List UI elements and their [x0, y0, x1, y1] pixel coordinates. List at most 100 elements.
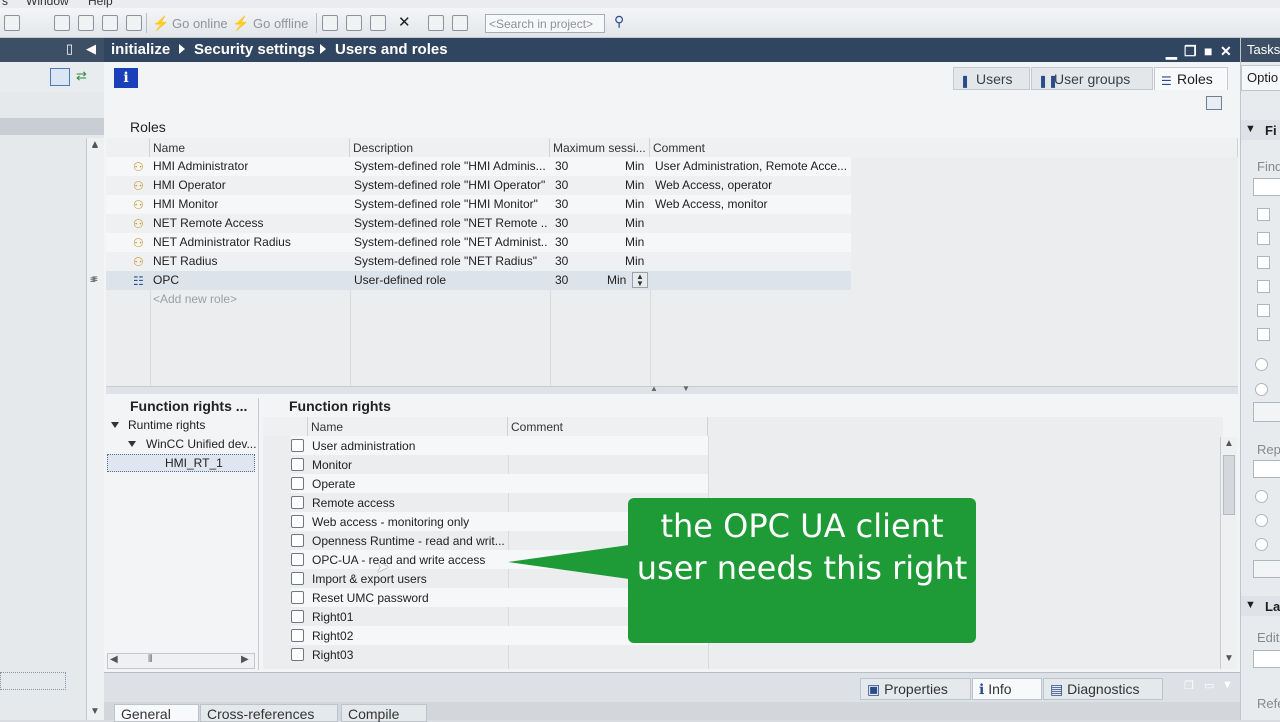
- column-header-max-session[interactable]: Maximum sessi...: [550, 138, 650, 157]
- tab-properties[interactable]: ▣ Properties: [860, 678, 971, 700]
- checkbox[interactable]: [291, 610, 304, 623]
- role-max-session[interactable]: 30: [555, 197, 568, 211]
- add-new-row[interactable]: <Add new role>: [106, 290, 851, 309]
- checkbox[interactable]: [1257, 280, 1270, 293]
- table-row[interactable]: ⚇ HMI Monitor System-defined role "HMI M…: [106, 195, 851, 214]
- checkbox[interactable]: [291, 648, 304, 661]
- checkbox[interactable]: [291, 458, 304, 471]
- role-max-session[interactable]: 30: [555, 254, 568, 268]
- menu-item-window[interactable]: Window: [26, 0, 69, 8]
- checkbox[interactable]: [1257, 304, 1270, 317]
- list-item[interactable]: Monitor: [291, 455, 708, 474]
- maximize-icon[interactable]: ■: [1204, 43, 1212, 59]
- tab-compile[interactable]: Compile: [341, 704, 427, 722]
- radio-button[interactable]: [1255, 383, 1268, 396]
- go-offline-icon[interactable]: ⚡: [232, 15, 249, 31]
- info-icon[interactable]: i: [114, 68, 138, 88]
- role-comment[interactable]: User Administration, Remote Acce...: [655, 159, 851, 173]
- checkbox[interactable]: [291, 439, 304, 452]
- go-online-button[interactable]: Go online: [172, 16, 228, 31]
- checkbox[interactable]: [291, 629, 304, 642]
- role-max-session[interactable]: 30: [555, 159, 568, 173]
- expand-icon[interactable]: [111, 422, 119, 428]
- column-header-description[interactable]: Description: [350, 138, 550, 157]
- project-tree-scrollbar[interactable]: ▲ ≡ ▼: [86, 138, 104, 720]
- role-name[interactable]: NET Administrator Radius: [153, 235, 291, 249]
- breadcrumb-users-and-roles[interactable]: Users and roles: [335, 41, 448, 58]
- radio-button[interactable]: [1255, 490, 1268, 503]
- download-icon[interactable]: [4, 15, 20, 31]
- checkbox[interactable]: [1257, 328, 1270, 341]
- find-input[interactable]: [1253, 178, 1280, 196]
- expand-icon[interactable]: [128, 441, 136, 447]
- role-max-session[interactable]: 30: [555, 235, 568, 249]
- scroll-thumb[interactable]: [1223, 455, 1235, 515]
- column-header-comment[interactable]: Comment: [508, 417, 708, 436]
- checkbox[interactable]: [291, 515, 304, 528]
- tab-diagnostics[interactable]: ▤ Diagnostics: [1043, 678, 1163, 700]
- table-row[interactable]: ⚇ NET Administrator Radius System-define…: [106, 233, 851, 252]
- inspector-minimize-icon[interactable]: ▭: [1204, 679, 1214, 692]
- minimize-icon[interactable]: ▁: [1166, 43, 1177, 60]
- checkbox[interactable]: [1257, 208, 1270, 221]
- scroll-up-icon[interactable]: ▲: [1224, 438, 1234, 449]
- role-comment[interactable]: Web Access, monitor: [655, 197, 851, 211]
- table-row[interactable]: ⚇ NET Remote Access System-defined role …: [106, 214, 851, 233]
- radio-button[interactable]: [1255, 538, 1268, 551]
- inspector-restore-icon[interactable]: ❐: [1184, 679, 1194, 692]
- editing-language-select[interactable]: [1253, 650, 1280, 668]
- close-icon[interactable]: ✕: [398, 13, 414, 31]
- start-simulation-icon[interactable]: [346, 15, 362, 31]
- breadcrumb-security-settings[interactable]: Security settings: [194, 41, 315, 58]
- menu-item-s[interactable]: s: [2, 0, 8, 8]
- tree-splitter[interactable]: [258, 398, 262, 670]
- close-window-icon[interactable]: ✕: [1220, 43, 1232, 60]
- row-handle-icon[interactable]: ≡: [92, 274, 98, 285]
- find-button[interactable]: [1253, 402, 1280, 422]
- list-item[interactable]: User administration: [291, 436, 708, 455]
- scroll-grip-icon[interactable]: ⦀: [148, 654, 152, 665]
- restore-icon[interactable]: ❐: [1184, 43, 1197, 60]
- compile-icon[interactable]: [54, 15, 70, 31]
- scroll-left-icon[interactable]: ◀: [110, 654, 118, 665]
- role-name[interactable]: NET Remote Access: [153, 216, 263, 230]
- upload-icon[interactable]: [78, 15, 94, 31]
- role-max-session[interactable]: 30: [555, 273, 568, 287]
- list-item[interactable]: Operate: [291, 474, 708, 493]
- scroll-right-icon[interactable]: ▶: [241, 654, 249, 665]
- table-view-icon[interactable]: [50, 68, 70, 86]
- tree-item-hmi-rt[interactable]: HMI_RT_1: [165, 456, 223, 470]
- column-header-name[interactable]: Name: [150, 138, 350, 157]
- inspector-collapse-icon[interactable]: ▼: [1222, 679, 1233, 691]
- role-name[interactable]: NET Radius: [153, 254, 217, 268]
- split-vertical-icon[interactable]: [452, 15, 468, 31]
- simulation-icon[interactable]: [102, 15, 118, 31]
- list-item[interactable]: Right03: [291, 645, 708, 664]
- roles-scroll-up-icon[interactable]: ▲: [86, 140, 104, 156]
- checkbox[interactable]: [291, 572, 304, 585]
- table-row[interactable]: ⚇ NET Radius System-defined role "NET Ra…: [106, 252, 851, 271]
- splitter-up-icon[interactable]: ▲: [650, 384, 658, 393]
- role-max-session[interactable]: 30: [555, 178, 568, 192]
- cross-reference-icon[interactable]: [370, 15, 386, 31]
- search-input[interactable]: <Search in project>: [485, 14, 605, 33]
- go-online-icon[interactable]: ⚡: [152, 15, 169, 31]
- binoculars-icon[interactable]: ⚲: [614, 13, 630, 29]
- checkbox[interactable]: [291, 477, 304, 490]
- checkbox[interactable]: [291, 496, 304, 509]
- column-header-name[interactable]: Name: [308, 417, 508, 436]
- replace-input[interactable]: [1253, 460, 1280, 478]
- find-section-header[interactable]: ▼ Fi: [1241, 120, 1280, 140]
- column-header-comment[interactable]: Comment: [650, 138, 1238, 157]
- split-horizontal-icon[interactable]: [428, 15, 444, 31]
- table-row-selected[interactable]: ≡ ☷ OPC User-defined role 30 Min ▲ ▼: [92, 271, 851, 290]
- checkbox[interactable]: [291, 534, 304, 547]
- pin-icon[interactable]: ▯: [66, 41, 73, 57]
- role-max-session[interactable]: 30: [555, 216, 568, 230]
- stop-icon[interactable]: [126, 15, 142, 31]
- collapse-left-icon[interactable]: ◀: [86, 41, 96, 57]
- tree-selected-row[interactable]: [0, 672, 66, 690]
- role-name[interactable]: OPC: [153, 273, 179, 287]
- tab-general[interactable]: General: [114, 704, 199, 722]
- checkbox[interactable]: [1257, 256, 1270, 269]
